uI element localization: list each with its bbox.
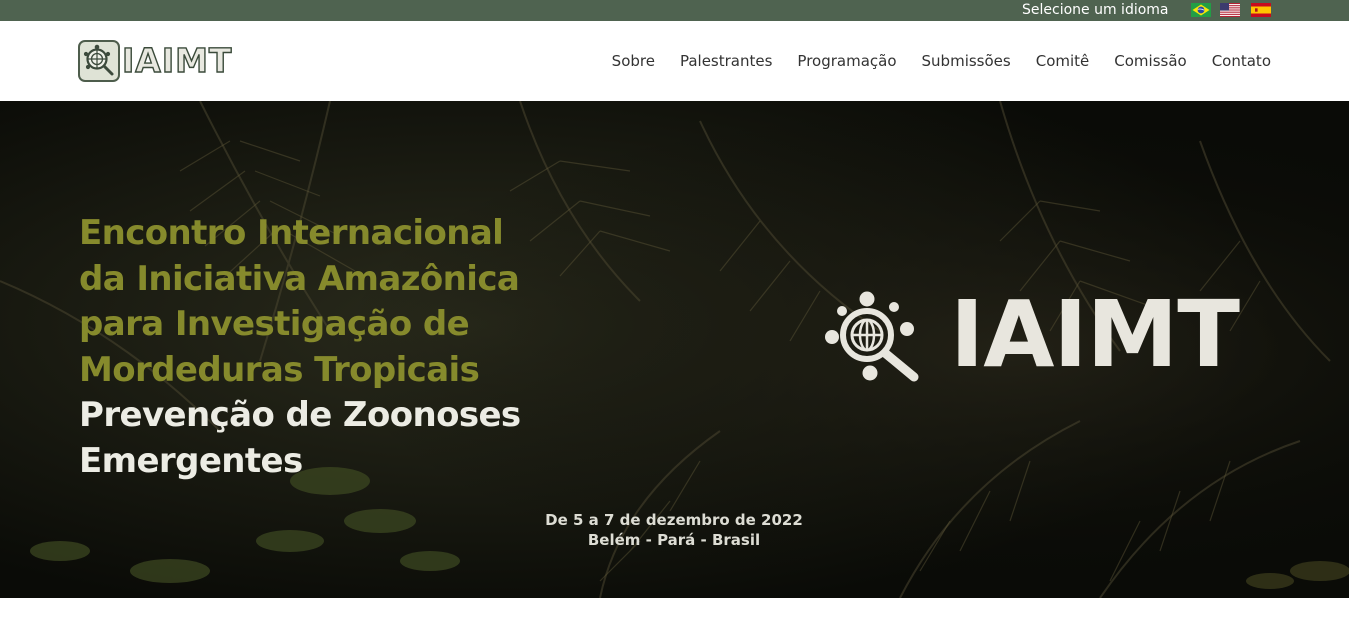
hero-logo-text: IAIMT [950, 281, 1240, 388]
nav-contato[interactable]: Contato [1212, 51, 1271, 71]
site-logo[interactable]: IAIMT [78, 40, 233, 84]
hero-title-line: da Iniciativa Amazônica [79, 258, 520, 299]
nav-submissoes[interactable]: Submissões [922, 51, 1011, 71]
nav-palestrantes[interactable]: Palestrantes [680, 51, 772, 71]
nav-programacao[interactable]: Programação [797, 51, 896, 71]
magnifier-globe-logo-icon [825, 291, 919, 382]
main-navigation: Sobre Palestrantes Programação Submissõe… [612, 51, 1271, 71]
hero-banner: Encontro Internacional da Iniciativa Ama… [0, 101, 1349, 598]
nav-sobre[interactable]: Sobre [612, 51, 655, 71]
hero-title: Encontro Internacional da Iniciativa Ama… [79, 211, 599, 484]
hero-logo: IAIMT [822, 281, 1277, 388]
usa-flag-icon[interactable] [1220, 3, 1240, 17]
logo-text: IAIMT [121, 40, 233, 80]
nav-comissao[interactable]: Comissão [1114, 51, 1186, 71]
language-select-label: Selecione um idioma [1022, 2, 1169, 18]
event-date: De 5 a 7 de dezembro de 2022 [545, 511, 803, 529]
event-info: De 5 a 7 de dezembro de 2022 Belém - Par… [474, 510, 874, 550]
hero-title-line: para Investigação de [79, 304, 470, 344]
magnifier-globe-logo-icon [78, 40, 120, 82]
nav-comite[interactable]: Comitê [1036, 51, 1090, 71]
site-header: IAIMT Sobre Palestrantes Programação Sub… [0, 21, 1349, 101]
hero-subtitle-line: Prevenção de Zoonoses [79, 395, 521, 435]
brazil-flag-icon[interactable] [1191, 3, 1211, 17]
hero-title-line: Encontro Internacional [79, 213, 504, 253]
hero-title-line: Mordeduras Tropicais [79, 349, 480, 390]
spain-flag-icon[interactable] [1251, 3, 1271, 17]
hero-subtitle-line: Emergentes [79, 440, 303, 481]
event-location: Belém - Pará - Brasil [587, 531, 761, 549]
language-bar: Selecione um idioma [0, 0, 1349, 21]
